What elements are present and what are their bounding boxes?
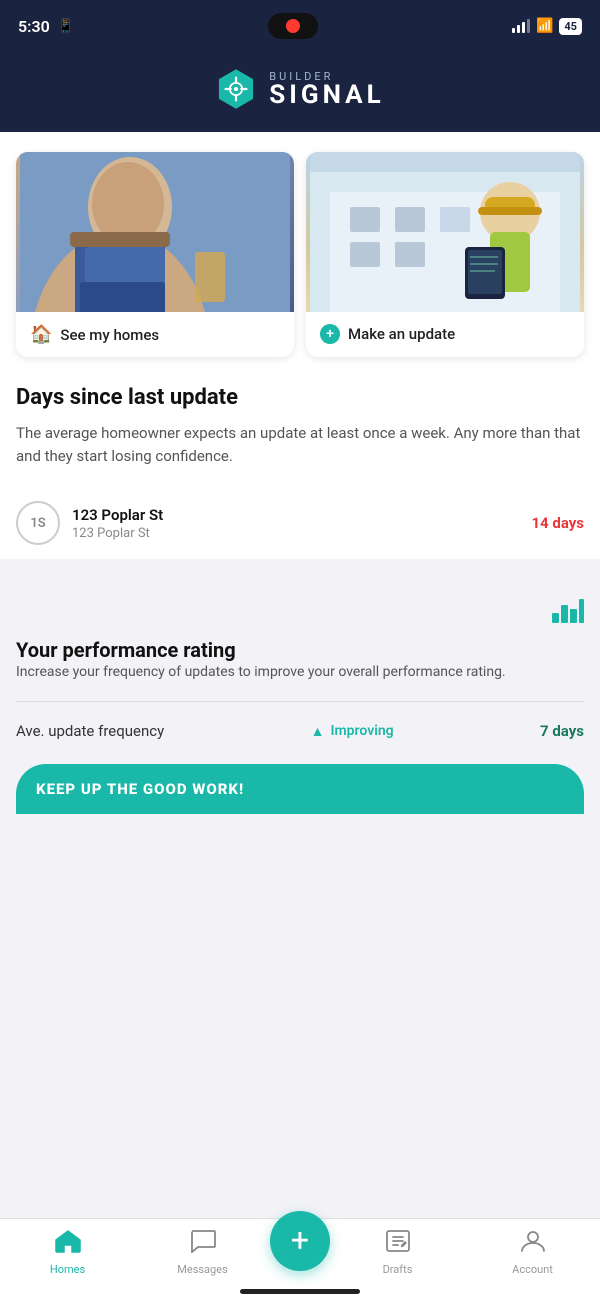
plus-circle-icon: + [320,324,340,344]
make-update-label: + Make an update [306,312,584,356]
property-info: 123 Poplar St 123 Poplar St [72,506,519,541]
homes-card-image [16,152,294,312]
home-indicator [240,1289,360,1294]
days-since-desc: The average homeowner expects an update … [16,422,584,467]
days-since-section: Days since last update The average homeo… [16,385,584,559]
homes-nav-icon [55,1229,81,1259]
chart-icon [552,595,584,630]
property-days: 14 days [531,514,584,532]
record-dot [286,19,300,33]
property-name: 123 Poplar St [72,506,519,524]
perf-metric-row: Ave. update frequency ▲ Improving 7 days [16,716,584,754]
main-content: 🏠 See my homes [0,132,600,559]
status-center-pill [268,13,318,39]
nav-add-button[interactable]: + [270,1211,330,1271]
status-right: 📶 45 [512,18,582,35]
performance-section: Your performance rating Increase your fr… [0,575,600,814]
status-time-area: 5:30 📱 [18,17,74,36]
signal-bars-icon [512,19,530,33]
drafts-nav-icon [385,1229,411,1259]
nav-homes[interactable]: Homes [0,1229,135,1276]
perf-metric-label: Ave. update frequency [16,722,164,740]
messages-nav-label: Messages [177,1263,227,1276]
messages-nav-icon [190,1229,216,1259]
perf-desc: Increase your frequency of updates to im… [16,662,584,683]
make-an-update-card[interactable]: + Make an update [306,152,584,357]
action-cards: 🏠 See my homes [16,152,584,357]
account-nav-icon [520,1229,546,1259]
home-icon: 🏠 [30,324,52,345]
update-card-image [306,152,584,312]
bottom-nav: Homes Messages + Drafts Accoun [0,1218,600,1300]
improving-status: Improving [330,723,393,739]
logo-icon [215,68,257,110]
logo-text: BUILDER SIGNAL [269,71,384,108]
add-icon: + [291,1224,309,1256]
account-nav-label: Account [512,1263,553,1276]
nav-drafts[interactable]: Drafts [330,1229,465,1276]
property-row[interactable]: 1S 123 Poplar St 123 Poplar St 14 days [16,487,584,559]
nav-messages[interactable]: Messages [135,1229,270,1276]
perf-divider [16,701,584,702]
improving-arrow-icon: ▲ [311,723,325,740]
sim-icon: 📱 [58,19,74,34]
see-my-homes-label: 🏠 See my homes [16,312,294,357]
perf-header [16,595,584,630]
property-avatar: 1S [16,501,60,545]
property-address: 123 Poplar St [72,526,519,541]
perf-metric-center: ▲ Improving [311,723,394,740]
perf-metric-value: 7 days [540,722,584,740]
days-since-title: Days since last update [16,385,584,410]
banner-section: KEEP UP THE GOOD WORK! [16,764,584,814]
drafts-nav-label: Drafts [383,1263,413,1276]
wifi-icon: 📶 [536,18,553,34]
perf-title: Your performance rating [16,638,584,662]
status-time: 5:30 [18,17,50,36]
nav-account[interactable]: Account [465,1229,600,1276]
logo-signal-label: SIGNAL [269,82,384,108]
app-header: BUILDER SIGNAL [0,50,600,132]
status-bar: 5:30 📱 📶 45 [0,0,600,50]
battery-badge: 45 [559,18,582,35]
homes-nav-label: Homes [50,1263,85,1276]
see-my-homes-card[interactable]: 🏠 See my homes [16,152,294,357]
banner-text: KEEP UP THE GOOD WORK! [36,780,564,798]
